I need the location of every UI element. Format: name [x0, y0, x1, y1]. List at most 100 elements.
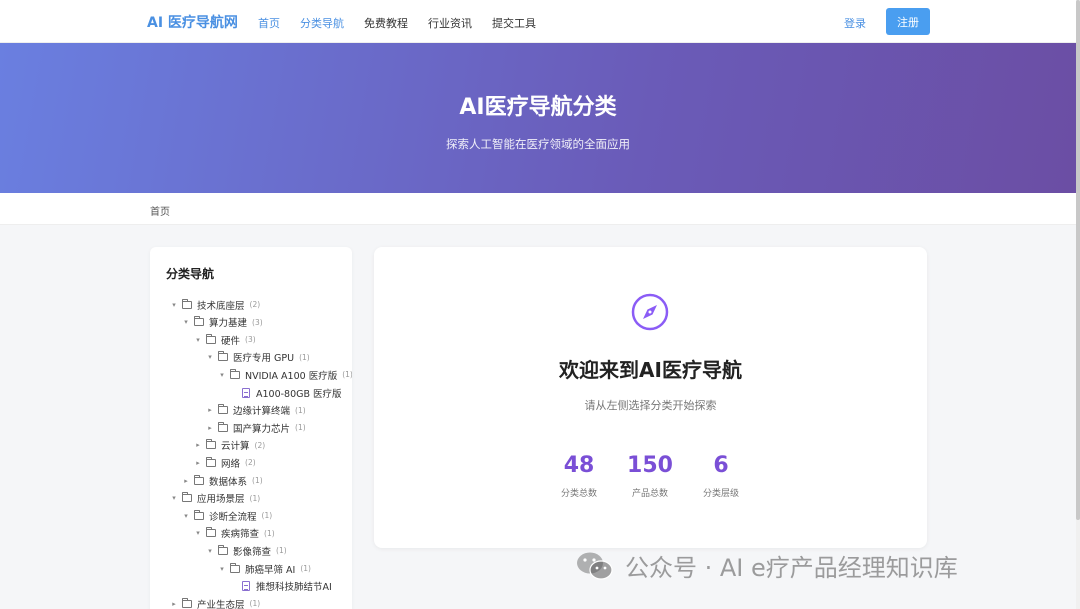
- site-logo[interactable]: AI 医疗导航网: [147, 12, 238, 32]
- caret-down-icon[interactable]: ▾: [194, 336, 202, 344]
- caret-right-icon[interactable]: ▸: [170, 600, 178, 608]
- caret-right-icon[interactable]: ▸: [206, 424, 214, 432]
- tree-item[interactable]: ▸ 边缘计算终端 (1): [206, 402, 306, 419]
- folder-icon: [182, 597, 192, 608]
- login-link[interactable]: 登录: [844, 15, 866, 31]
- tree-item-count: (1): [300, 564, 311, 573]
- tree-item-count: (3): [245, 335, 256, 345]
- tree-item[interactable]: ▸ 数据体系 (1): [182, 472, 263, 489]
- caret-down-icon[interactable]: ▾: [206, 547, 214, 555]
- nav-tutorials[interactable]: 免费教程: [364, 15, 408, 31]
- caret-down-icon[interactable]: ▾: [170, 301, 178, 309]
- register-button[interactable]: 注册: [886, 8, 930, 35]
- nav-categories[interactable]: 分类导航: [300, 15, 344, 31]
- tree-item-count: (1): [249, 493, 261, 503]
- caret-down-icon[interactable]: ▾: [182, 512, 190, 520]
- caret-right-icon[interactable]: ▸: [206, 406, 214, 414]
- stat-label: 分类总数: [560, 489, 597, 499]
- caret-down-icon[interactable]: ▾: [218, 371, 226, 379]
- caret-right-icon[interactable]: ▸: [182, 477, 190, 485]
- tree-item-label: 边缘计算终端: [233, 406, 291, 418]
- stat-label: 分类层级: [702, 489, 739, 499]
- folder-icon: [230, 368, 240, 379]
- category-sidebar: 分类导航 ▾ 技术底座层 (2) ▾ 算力基建 (3) ▾ 硬件 (3) ▾ 医疗专用 GPU (1)…: [150, 247, 352, 609]
- tree-item-label: 硬件: [221, 335, 241, 347]
- tree-item-count: (3): [252, 317, 263, 327]
- tree-item-count: (1): [276, 546, 287, 556]
- welcome-subtitle: 请从左侧选择分类开始探索: [584, 399, 717, 412]
- tree-item-count: (1): [264, 528, 275, 538]
- folder-icon: [182, 298, 192, 309]
- folder-icon: [218, 404, 228, 415]
- stat-value: 150: [627, 453, 673, 478]
- welcome-card: 欢迎来到AI医疗导航 请从左侧选择分类开始探索 48 分类总数 150 产品总数…: [374, 247, 927, 548]
- tree-item-count: (1): [295, 405, 306, 415]
- tree-item[interactable]: ▾ 硬件 (3): [194, 331, 256, 348]
- file-icon: [242, 581, 250, 592]
- tree-item-label: 技术底座层: [197, 300, 245, 312]
- tree-item-label: 应用场景层: [197, 494, 245, 506]
- tree-item-count: (1): [261, 511, 273, 521]
- stat-category-count: 48 分类总数: [539, 453, 619, 499]
- folder-icon: [218, 421, 228, 432]
- main-nav: 首页 分类导航 免费教程 行业资讯 提交工具: [258, 15, 536, 31]
- caret-right-icon[interactable]: ▸: [194, 459, 202, 467]
- scrollbar-thumb[interactable]: [1076, 0, 1080, 520]
- folder-icon: [206, 527, 216, 538]
- breadcrumb-home[interactable]: 首页: [150, 203, 170, 218]
- tree-item-label: 诊断全流程: [209, 511, 257, 523]
- tree-item-count: (2): [249, 300, 261, 309]
- welcome-title: 欢迎来到AI医疗导航: [559, 358, 742, 382]
- caret-down-icon[interactable]: ▾: [206, 353, 214, 361]
- tree-item-label: 影像筛查: [233, 546, 272, 558]
- tree-item[interactable]: ▸ 产业生态层 (1): [170, 595, 260, 609]
- sidebar-title: 分类导航: [166, 267, 215, 281]
- nav-submit-tool[interactable]: 提交工具: [492, 15, 536, 31]
- tree-item[interactable]: ▾ 影像筛查 (1): [206, 542, 287, 559]
- tree-item[interactable]: ▸ 网络 (2): [194, 454, 256, 471]
- page-scrollbar[interactable]: [1076, 0, 1080, 609]
- tree-item[interactable]: ▸ 国产算力芯片 (1): [206, 419, 306, 436]
- tree-item[interactable]: ▾ NVIDIA A100 医疗版 (1): [218, 366, 352, 383]
- tree-item[interactable]: A100-80GB 医疗版: [230, 384, 342, 401]
- top-navbar: AI 医疗导航网 首页 分类导航 免费教程 行业资讯 提交工具 登录 注册: [0, 0, 1080, 43]
- tree-item-label: 医疗专用 GPU: [233, 353, 295, 365]
- tree-item-count: (2): [245, 458, 256, 468]
- tree-item[interactable]: ▾ 诊断全流程 (1): [182, 507, 272, 524]
- caret-down-icon[interactable]: ▾: [218, 565, 226, 573]
- tree-item-count: (2): [254, 440, 266, 450]
- folder-icon: [194, 509, 204, 520]
- hero-banner: AI医疗导航分类 探索人工智能在医疗领域的全面应用: [0, 43, 1076, 193]
- folder-icon: [218, 351, 228, 362]
- tree-item[interactable]: ▾ 疾病筛查 (1): [194, 525, 275, 542]
- tree-item[interactable]: 推想科技肺结节AI: [230, 578, 332, 595]
- hero-subtitle: 探索人工智能在医疗领域的全面应用: [446, 137, 630, 151]
- caret-right-icon[interactable]: ▸: [194, 441, 202, 449]
- folder-icon: [230, 562, 240, 573]
- folder-icon: [206, 456, 216, 467]
- tree-item[interactable]: ▾ 技术底座层 (2): [170, 296, 260, 313]
- tree-item-label: 推想科技肺结节AI: [256, 582, 332, 594]
- watermark-text: 公众号 · AI e疗产品经理知识库: [625, 554, 958, 582]
- tree-item[interactable]: ▾ 医疗专用 GPU (1): [206, 349, 310, 366]
- nav-home[interactable]: 首页: [258, 15, 280, 31]
- tree-item-label: 国产算力芯片: [233, 423, 291, 435]
- caret-down-icon[interactable]: ▾: [194, 529, 202, 537]
- compass-icon: [631, 293, 669, 331]
- tree-item[interactable]: ▾ 算力基建 (3): [182, 314, 263, 331]
- folder-icon: [206, 333, 216, 344]
- tree-item-label: 产业生态层: [197, 599, 245, 609]
- wechat-watermark: 公众号 · AI e疗产品经理知识库: [575, 548, 958, 583]
- stat-level-count: 6 分类层级: [681, 453, 761, 499]
- tree-item[interactable]: ▾ 肺癌早筛 AI (1): [218, 560, 311, 577]
- tree-item[interactable]: ▸ 云计算 (2): [194, 437, 265, 454]
- tree-item-count: (1): [342, 370, 352, 380]
- tree-item[interactable]: ▾ 应用场景层 (1): [170, 490, 260, 507]
- nav-news[interactable]: 行业资讯: [428, 15, 472, 31]
- caret-down-icon[interactable]: ▾: [182, 318, 190, 326]
- caret-down-icon[interactable]: ▾: [170, 494, 178, 502]
- folder-icon: [206, 439, 216, 450]
- tree-item-count: (1): [299, 352, 310, 362]
- tree-item-label: 肺癌早筛 AI: [245, 564, 296, 576]
- folder-icon: [194, 474, 204, 485]
